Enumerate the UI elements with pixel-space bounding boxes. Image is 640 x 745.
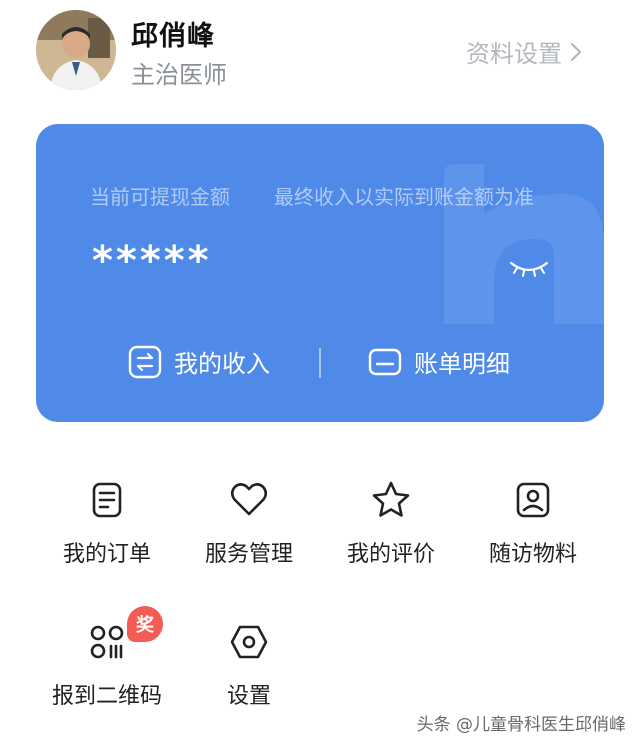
action-divider <box>319 348 321 378</box>
heart-icon <box>230 483 268 516</box>
income-note: 最终收入以实际到账金额为准 <box>274 185 534 209</box>
card-icon <box>368 348 402 375</box>
chevron-right-icon <box>570 42 582 61</box>
doctor-title: 主治医师 <box>131 61 227 89</box>
doctor-name: 邱俏峰 <box>131 21 215 52</box>
menu-label: 我的订单 <box>62 542 151 567</box>
source-watermark: 头条 @儿童骨科医生邱俏峰 <box>416 715 626 735</box>
menu-my-reviews[interactable]: 我的评价 <box>321 480 461 580</box>
avatar[interactable] <box>36 10 116 90</box>
bill-detail-button[interactable]: 账单明细 <box>368 344 510 379</box>
profile-settings-link[interactable]: 资料设置 <box>466 34 582 69</box>
contact-card-icon <box>516 482 550 518</box>
profile-header: 邱俏峰 主治医师 资料设置 <box>0 0 640 110</box>
exchange-icon <box>128 345 162 378</box>
my-income-label: 我的收入 <box>174 350 270 378</box>
eye-closed-icon[interactable] <box>508 259 550 279</box>
document-icon <box>92 482 122 518</box>
settings-hexagon-icon <box>230 625 268 659</box>
menu-label: 服务管理 <box>204 542 293 567</box>
reward-badge: 奖 <box>127 606 163 642</box>
menu-followup-materials[interactable]: 随访物料 <box>463 480 603 580</box>
menu-service-management[interactable]: 服务管理 <box>179 480 319 580</box>
withdrawable-label: 当前可提现金额 <box>90 185 230 209</box>
qrcode-icon <box>90 625 124 659</box>
menu-label: 报到二维码 <box>51 684 162 709</box>
bill-detail-label: 账单明细 <box>414 350 510 378</box>
star-icon <box>372 481 410 517</box>
menu-my-orders[interactable]: 我的订单 <box>37 480 177 580</box>
balance-amount: ***** <box>92 238 212 284</box>
menu-label: 随访物料 <box>488 542 577 567</box>
menu-label: 我的评价 <box>346 542 435 567</box>
profile-settings-label: 资料设置 <box>466 40 562 68</box>
my-income-button[interactable]: 我的收入 <box>128 344 270 379</box>
wallet-card: 当前可提现金额 最终收入以实际到账金额为准 ***** 我的收入 账单明细 <box>36 124 604 422</box>
menu-label: 设置 <box>226 684 271 709</box>
menu-settings[interactable]: 设置 <box>179 622 319 722</box>
